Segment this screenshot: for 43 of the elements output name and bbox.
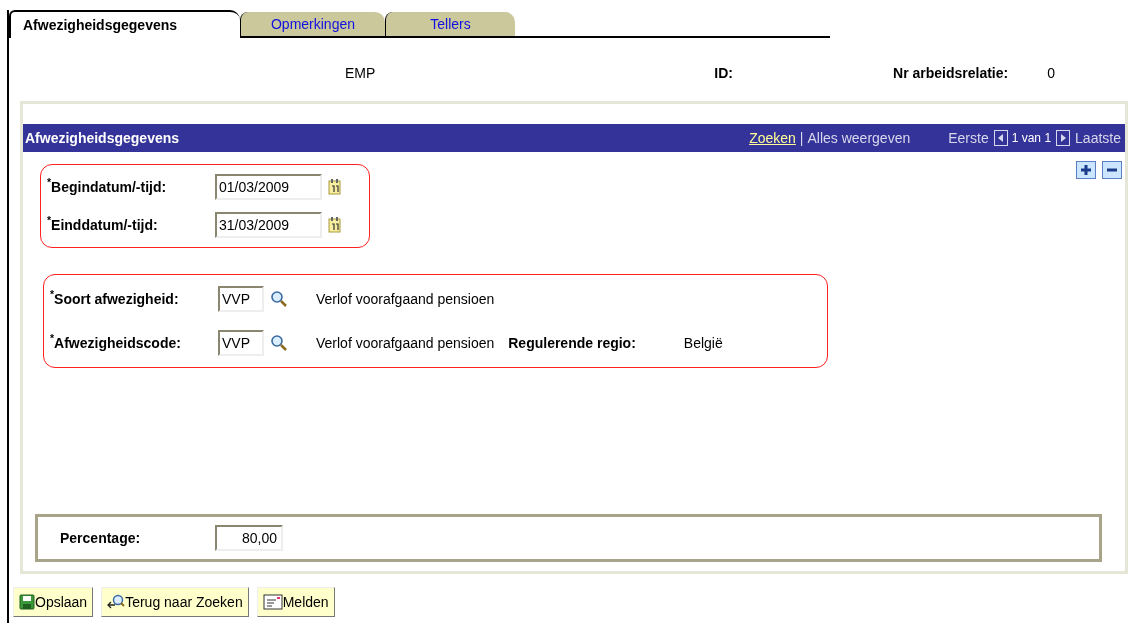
calendar-icon[interactable] — [328, 217, 342, 233]
id-label: ID: — [714, 63, 733, 83]
code-field[interactable]: VVP — [218, 286, 264, 312]
calendar-icon[interactable] — [328, 179, 342, 195]
field-label: $^{*}$Soort afwezigheid: — [50, 288, 180, 309]
add-row-button[interactable] — [1076, 161, 1096, 179]
toolbar-button[interactable]: Terug naar Zoeken — [101, 587, 249, 617]
field-label: Regulerende regio: — [508, 333, 636, 353]
percentage-field[interactable]: 80,00 — [215, 525, 283, 551]
tab[interactable]: Opmerkingen — [240, 12, 385, 38]
toolbar-button[interactable]: Melden — [256, 587, 335, 617]
tab[interactable]: Tellers — [385, 12, 515, 38]
code-field[interactable]: VVP — [218, 330, 264, 356]
save-icon — [19, 594, 35, 610]
field-label: $^{*}$Einddatum/-tijd: — [47, 214, 159, 235]
search-link[interactable]: Zoeken — [749, 127, 796, 149]
employee-name: EMP — [345, 63, 376, 83]
toolbar-button[interactable]: Opslaan — [13, 587, 94, 617]
previous-icon[interactable] — [993, 130, 1008, 146]
first-link[interactable]: Eerste — [948, 127, 989, 149]
relation-value: 0 — [1047, 63, 1055, 83]
envelope-icon — [262, 594, 283, 610]
magnifier-arrow-icon — [107, 594, 126, 610]
delete-row-button[interactable] — [1102, 161, 1122, 179]
record-position: 1 van 1 — [1011, 130, 1052, 147]
field-value: België — [683, 333, 723, 353]
relation-label: Nr arbeidsrelatie: — [893, 63, 1009, 83]
tab[interactable]: Afwezigheidsgegevens — [9, 10, 240, 38]
description-text: Verlof voorafgaand pensioen — [316, 333, 495, 353]
last-link[interactable]: Laatste — [1075, 127, 1121, 149]
field-label: $^{*}$Afwezigheidscode: — [50, 332, 182, 353]
next-icon[interactable] — [1056, 130, 1071, 146]
separator: | — [799, 128, 804, 148]
date-field[interactable]: 31/03/2009 — [215, 212, 322, 238]
section-title: Afwezigheidsgegevens — [25, 128, 180, 148]
search-icon[interactable] — [270, 334, 288, 352]
field-label: Percentage: — [60, 528, 142, 548]
date-field[interactable]: 01/03/2009 — [215, 174, 322, 200]
field-label: $^{*}$Begindatum/-tijd: — [47, 176, 168, 197]
description-text: Verlof voorafgaand pensioen — [316, 289, 495, 309]
plus-icon — [1080, 164, 1092, 176]
view-all-link[interactable]: Alles weergeven — [807, 127, 911, 149]
search-icon[interactable] — [270, 290, 288, 308]
